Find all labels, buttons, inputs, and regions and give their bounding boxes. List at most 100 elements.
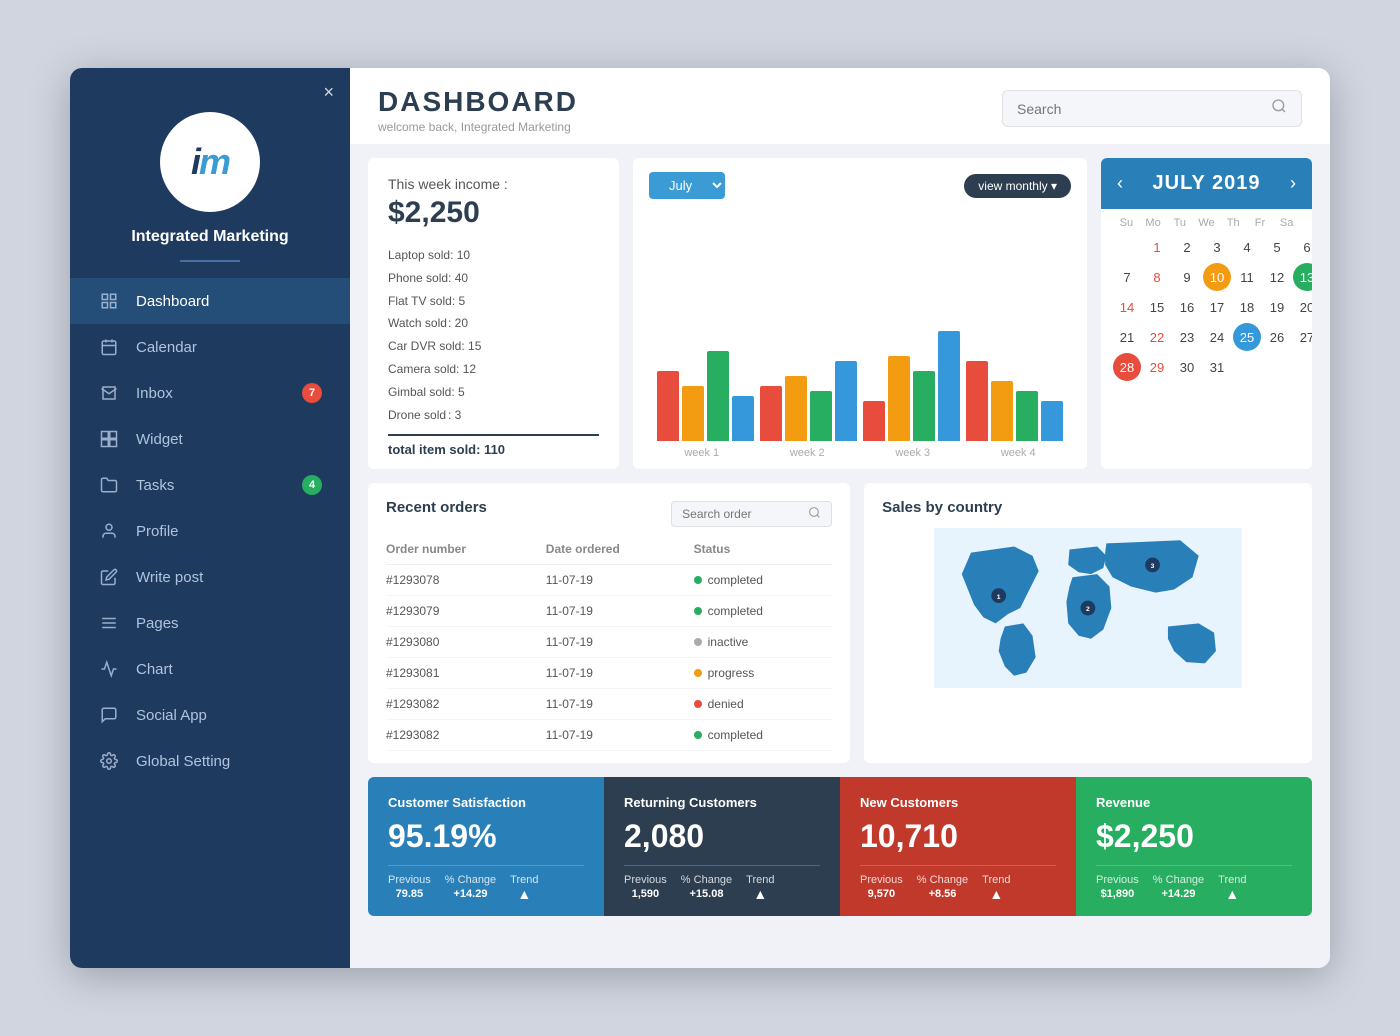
stat-card-customer-satisfaction: Customer Satisfaction 95.19% Previous 79… [368,777,604,916]
calendar-day[interactable]: 18 [1233,293,1261,321]
sidebar-item-social-app[interactable]: Social App [70,692,350,738]
bar-3-2 [1016,391,1038,441]
month-dropdown[interactable]: July [649,172,725,199]
map-title: Sales by country [882,499,1294,516]
bar-1-2 [810,391,832,441]
order-status: completed [694,720,833,751]
stat-footer: Previous $1,890 % Change +14.29 Trend ▲ [1096,865,1292,902]
calendar-day[interactable]: 11 [1233,263,1261,291]
bar-1-0 [760,386,782,441]
calendar-prev-button[interactable]: ‹ [1117,173,1123,194]
calendar-day[interactable]: 30 [1173,353,1201,381]
calendar-day[interactable]: 22 [1143,323,1171,351]
sidebar-item-label: Write post [136,569,203,586]
calendar-day[interactable]: 19 [1263,293,1291,321]
calendar-day[interactable]: 12 [1263,263,1291,291]
header-subtitle: welcome back, Integrated Marketing [378,120,578,134]
calendar-day[interactable]: 29 [1143,353,1171,381]
income-stat-item: Gimbal sold: 5 [388,381,599,404]
orders-table: Order numberDate orderedStatus #1293078 … [386,538,832,751]
bar-1-3 [835,361,857,441]
bar-group-2 [760,361,857,441]
orders-search-input[interactable] [682,507,802,521]
calendar-day[interactable]: 6 [1293,233,1312,261]
calendar-day[interactable]: 14 [1113,293,1141,321]
order-number: #1293081 [386,658,546,689]
table-row: #1293082 11-07-19 completed [386,720,832,751]
sidebar-item-calendar[interactable]: Calendar [70,324,350,370]
calendar-day[interactable]: 4 [1233,233,1261,261]
stat-footer: Previous 79.85 % Change +14.29 Trend ▲ [388,865,584,902]
calendar-day[interactable]: 15 [1143,293,1171,321]
tasks-icon [98,474,120,496]
calendar-day[interactable]: 23 [1173,323,1201,351]
table-row: #1293081 11-07-19 progress [386,658,832,689]
calendar-day[interactable]: 13 [1293,263,1312,291]
settings-icon [98,750,120,772]
sidebar-item-write-post[interactable]: Write post [70,554,350,600]
calendar-day[interactable]: 21 [1113,323,1141,351]
sidebar-item-widget[interactable]: Widget [70,416,350,462]
order-status: progress [694,658,833,689]
bar-0-1 [682,386,704,441]
calendar-day[interactable]: 8 [1143,263,1171,291]
close-button[interactable]: × [323,82,334,103]
stat-change: % Change +14.29 [445,874,496,902]
sidebar-item-profile[interactable]: Profile [70,508,350,554]
income-stat-item: Camera sold: 12 [388,358,599,381]
calendar-day[interactable]: 20 [1293,293,1312,321]
week-label: week 4 [1001,447,1036,459]
calendar-day[interactable]: 1 [1143,233,1171,261]
calendar-day[interactable]: 7 [1113,263,1141,291]
cal-day-header: Su [1113,217,1140,229]
calendar-day[interactable]: 25 [1233,323,1261,351]
search-box[interactable] [1002,90,1302,127]
income-title: This week income : [388,176,599,192]
calendar-next-button[interactable]: › [1290,173,1296,194]
calendar-day[interactable]: 17 [1203,293,1231,321]
stat-value: 2,080 [624,818,820,855]
search-input[interactable] [1017,101,1271,117]
world-map: 1 2 3 [882,528,1294,688]
sidebar-item-chart[interactable]: Chart [70,646,350,692]
sidebar-item-label: Social App [136,707,207,724]
calendar-day[interactable]: 26 [1263,323,1291,351]
calendar-day[interactable]: 31 [1203,353,1231,381]
calendar-day[interactable]: 16 [1173,293,1201,321]
calendar-day[interactable]: 3 [1203,233,1231,261]
bar-3-3 [1041,401,1063,441]
orders-search-box[interactable] [671,501,832,527]
calendar-day[interactable]: 2 [1173,233,1201,261]
social-icon [98,704,120,726]
table-row: #1293078 11-07-19 completed [386,565,832,596]
chart-week-labels: week 1week 2week 3week 4 [649,447,1071,459]
sidebar-item-global-setting[interactable]: Global Setting [70,738,350,784]
sidebar-item-label: Dashboard [136,293,209,310]
sidebar-item-label: Calendar [136,339,197,356]
calendar-day[interactable]: 27 [1293,323,1312,351]
sidebar-item-tasks[interactable]: Tasks 4 [70,462,350,508]
calendar-header: ‹ JULY 2019 › [1101,158,1312,209]
order-number: #1293079 [386,596,546,627]
calendar-day[interactable]: 24 [1203,323,1231,351]
sidebar-item-dashboard[interactable]: Dashboard [70,278,350,324]
income-stat-item: Drone sold: 3 [388,404,599,427]
bar-3-1 [991,381,1013,441]
stat-trend: Trend ▲ [982,874,1010,902]
sidebar-item-inbox[interactable]: Inbox 7 [70,370,350,416]
bar-3-0 [966,361,988,441]
income-total: total item sold: 110 [388,434,599,457]
sidebar-item-pages[interactable]: Pages [70,600,350,646]
calendar-day[interactable]: 5 [1263,233,1291,261]
order-date: 11-07-19 [546,720,694,751]
calendar-day[interactable]: 28 [1113,353,1141,381]
orders-title: Recent orders [386,499,487,516]
calendar-day[interactable]: 10 [1203,263,1231,291]
view-monthly-button[interactable]: view monthly ▾ [964,174,1071,198]
stat-label: Customer Satisfaction [388,795,584,810]
calendar-day[interactable]: 9 [1173,263,1201,291]
calendar-day [1263,353,1291,381]
orders-widget: Recent orders Order numberDate orderedSt… [368,483,850,763]
orders-col-header: Status [694,538,833,565]
cal-day-header: Mo [1140,217,1167,229]
